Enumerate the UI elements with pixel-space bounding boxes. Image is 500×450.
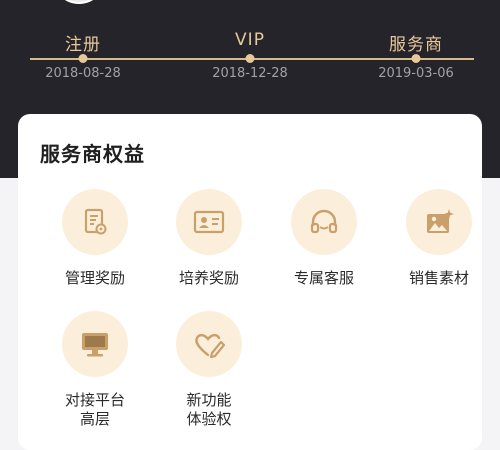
benefit-sales-materials[interactable]: 销售素材: [389, 189, 489, 288]
benefit-label: 新功能 体验权: [186, 391, 232, 428]
heart-pencil-icon: [192, 329, 226, 359]
benefit-management-reward[interactable]: 管理奖励: [45, 189, 145, 288]
benefit-icon-circle: [62, 311, 128, 377]
benefit-icon-circle: [176, 311, 242, 377]
benefit-icon-circle: [291, 189, 357, 255]
timeline-dot-vip: [245, 54, 255, 63]
benefit-exclusive-service[interactable]: 专属客服: [274, 189, 374, 288]
membership-timeline: 注册 VIP 服务商 2018-08-28 2018-12-28 2019-03…: [0, 0, 500, 90]
stage-date-provider: 2019-03-06: [378, 66, 454, 81]
benefit-icon-circle: [176, 189, 242, 255]
id-card-icon: [192, 207, 226, 237]
benefit-label: 专属客服: [293, 269, 354, 287]
benefits-card: 服务商权益 管理奖励 培养奖励 专属客服 销售素材 对接平台 高层 新功能 体验…: [18, 114, 482, 450]
timeline-dot-provider: [411, 54, 421, 63]
image-sparkle-icon: [423, 207, 455, 237]
benefit-training-reward[interactable]: 培养奖励: [159, 189, 259, 288]
benefit-label: 培养奖励: [178, 269, 239, 287]
benefit-new-feature-trial[interactable]: 新功能 体验权: [159, 311, 259, 429]
benefits-title: 服务商权益: [40, 142, 145, 166]
stage-label-provider: 服务商: [389, 35, 443, 55]
benefit-platform-executives[interactable]: 对接平台 高层: [45, 311, 145, 429]
benefit-label: 管理奖励: [64, 269, 125, 287]
benefit-label: 对接平台 高层: [64, 391, 125, 428]
stage-label-vip: VIP: [235, 30, 265, 50]
benefit-icon-circle: [406, 189, 472, 255]
timeline-dot-register: [78, 54, 88, 63]
benefit-icon-circle: [62, 189, 128, 255]
stage-date-register: 2018-08-28: [45, 66, 121, 81]
benefit-label: 销售素材: [408, 269, 469, 287]
headset-icon: [308, 207, 340, 237]
document-gear-icon: [80, 207, 110, 237]
stage-date-vip: 2018-12-28: [212, 66, 288, 81]
monitor-icon: [79, 329, 111, 359]
stage-label-register: 注册: [65, 35, 101, 55]
